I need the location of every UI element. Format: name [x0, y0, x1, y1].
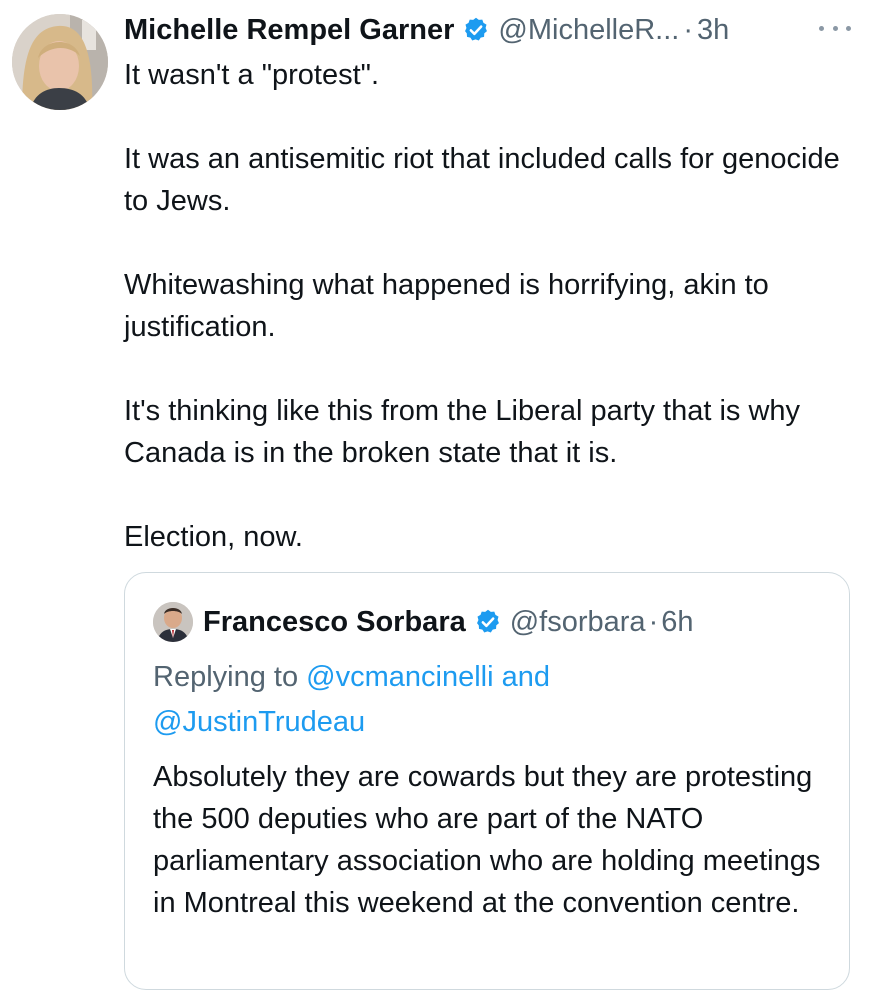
replying-and[interactable]: and	[494, 661, 550, 693]
tweet-paragraph: Whitewashing what happened is horrifying…	[124, 269, 769, 343]
tweet-header: Michelle Rempel Garner @MichelleR... · 3…	[124, 8, 851, 52]
quoted-author-name[interactable]: Francesco Sorbara	[203, 606, 466, 639]
more-horizontal-icon[interactable]	[819, 22, 851, 34]
quoted-tweet-timestamp[interactable]: 6h	[661, 606, 693, 639]
replying-prefix: Replying to	[153, 661, 307, 693]
more-dot	[832, 25, 838, 31]
tweet-paragraph: Election, now.	[124, 521, 303, 553]
tweet-text: It wasn't a "protest". It was an antisem…	[124, 54, 844, 558]
replying-to: Replying to @vcmancinelli and @JustinTru…	[153, 655, 833, 745]
tweet-paragraph: It wasn't a "protest".	[124, 59, 380, 91]
quoted-tweet-header: Francesco Sorbara @fsorbara · 6h	[153, 601, 694, 643]
author-avatar-image	[12, 14, 108, 110]
tweet-timestamp[interactable]: 3h	[697, 14, 729, 47]
quoted-author-avatar-image	[153, 602, 193, 642]
author-handle[interactable]: @MichelleR...	[498, 14, 679, 47]
meta-separator: ·	[648, 605, 659, 638]
quoted-author-handle[interactable]: @fsorbara	[510, 606, 646, 639]
quoted-tweet[interactable]: Francesco Sorbara @fsorbara · 6h Replyin…	[124, 572, 850, 990]
verified-badge-icon[interactable]	[462, 16, 490, 44]
quoted-tweet-text: Absolutely they are cowards but they are…	[153, 761, 821, 919]
more-dot	[846, 25, 851, 31]
mention-link[interactable]: @JustinTrudeau	[153, 706, 365, 738]
tweet-paragraph: It was an antisemitic riot that included…	[124, 143, 840, 217]
more-dot	[819, 25, 824, 31]
tweet-paragraph: It's thinking like this from the Liberal…	[124, 395, 801, 469]
mention-link[interactable]: @vcmancinelli	[306, 661, 493, 693]
verified-badge-icon[interactable]	[474, 608, 502, 636]
tweet[interactable]: Michelle Rempel Garner @MichelleR... · 3…	[0, 0, 871, 1000]
meta-separator: ·	[683, 13, 694, 46]
quoted-author-avatar[interactable]	[153, 602, 193, 642]
author-name[interactable]: Michelle Rempel Garner	[124, 14, 454, 47]
author-avatar[interactable]	[12, 14, 108, 110]
